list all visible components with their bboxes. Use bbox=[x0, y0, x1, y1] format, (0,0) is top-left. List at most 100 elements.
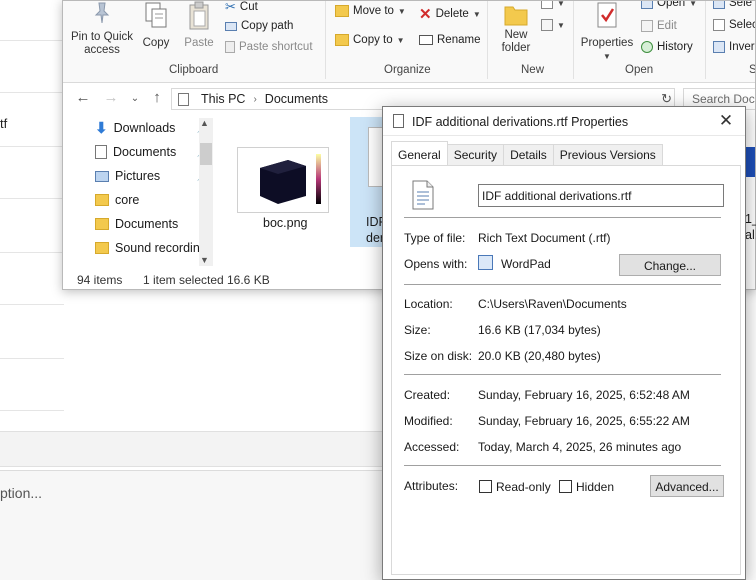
tab-general[interactable]: General bbox=[391, 141, 448, 165]
ribbon-separator bbox=[705, 1, 706, 79]
properties-label: Properties bbox=[580, 37, 634, 49]
boc-thumbnail bbox=[237, 147, 329, 213]
forward-arrow-icon[interactable]: → bbox=[101, 89, 121, 106]
documents-icon bbox=[95, 145, 107, 159]
change-button[interactable]: Change... bbox=[619, 254, 721, 276]
refresh-icon[interactable]: ↻ bbox=[661, 91, 672, 107]
cut-button[interactable]: ✂ Cut bbox=[225, 1, 258, 15]
pin-icon bbox=[94, 2, 110, 24]
copy-button[interactable]: Copy bbox=[139, 1, 173, 50]
copy-path-button[interactable]: Copy path bbox=[225, 20, 293, 32]
type-value: Rich Text Document (.rtf) bbox=[478, 231, 611, 245]
advanced-button[interactable]: Advanced... bbox=[650, 475, 724, 497]
pictures-icon bbox=[95, 170, 109, 182]
invert-selection-button[interactable]: Inver bbox=[713, 41, 755, 53]
file-name-fragment: 1_N al. bbox=[745, 211, 756, 243]
ribbon-separator bbox=[573, 1, 574, 79]
file-name-line-1: 1_N bbox=[745, 212, 756, 226]
select-all-label: Sele bbox=[729, 0, 753, 9]
recent-locations-icon[interactable]: ⌄ bbox=[125, 93, 145, 104]
nav-item-sound-recordings[interactable]: Sound recordin bbox=[95, 237, 213, 259]
read-only-label: Read-only bbox=[496, 480, 551, 494]
back-arrow-icon[interactable]: ← bbox=[73, 89, 93, 106]
file-name: boc.png bbox=[263, 216, 308, 230]
chevron-down-icon: ▼ bbox=[557, 0, 565, 8]
rename-button[interactable]: Rename bbox=[419, 34, 480, 46]
scroll-up-icon[interactable]: ▲ bbox=[200, 118, 209, 128]
close-icon[interactable]: ✕ bbox=[715, 111, 737, 131]
move-to-icon bbox=[335, 5, 349, 17]
pc-icon bbox=[178, 92, 189, 106]
chevron-down-icon: ▼ bbox=[603, 52, 611, 61]
history-label: History bbox=[657, 41, 693, 53]
nav-item-label: core bbox=[115, 193, 140, 207]
created-value: Sunday, February 16, 2025, 6:52:48 AM bbox=[478, 388, 690, 402]
read-only-checkbox[interactable] bbox=[479, 480, 492, 493]
dialog-titlebar[interactable]: IDF additional derivations.rtf Propertie… bbox=[383, 107, 745, 136]
edit-label: Edit bbox=[657, 20, 677, 32]
new-item-button[interactable]: ▼ bbox=[541, 0, 565, 9]
properties-button[interactable]: Properties ▼ bbox=[577, 1, 637, 63]
navigation-pane: ⬇ Downloads 📌 Documents 📌 Pictures 📌 cor… bbox=[91, 117, 213, 265]
nav-item-downloads[interactable]: ⬇ Downloads 📌 bbox=[95, 117, 213, 139]
move-to-button[interactable]: Move to ▼ bbox=[335, 5, 406, 17]
folder-icon bbox=[95, 218, 109, 230]
selection-size: 16.6 KB bbox=[227, 273, 270, 287]
select-all-button[interactable]: Sele bbox=[713, 0, 753, 9]
nav-item-label: Pictures bbox=[115, 169, 161, 183]
paste-shortcut-button[interactable]: Paste shortcut bbox=[225, 41, 313, 53]
nav-item-documents[interactable]: Documents 📌 bbox=[95, 141, 213, 163]
paste-button[interactable]: Paste bbox=[179, 1, 219, 50]
tab-details[interactable]: Details bbox=[503, 144, 554, 165]
bg-divider bbox=[0, 146, 64, 147]
nav-scrollbar[interactable] bbox=[199, 118, 213, 266]
item-count: 94 items bbox=[77, 273, 123, 287]
file-name-input[interactable]: IDF additional derivations.rtf bbox=[478, 184, 724, 207]
delete-button[interactable]: ✕ Delete ▼ bbox=[419, 5, 481, 23]
nav-item-label: Sound recordin bbox=[115, 241, 200, 255]
history-button[interactable]: History bbox=[641, 41, 693, 53]
properties-icon bbox=[597, 2, 617, 28]
hidden-checkbox[interactable] bbox=[559, 480, 572, 493]
open-label: Open bbox=[657, 0, 686, 9]
open-group-label: Open bbox=[625, 64, 654, 76]
size-value: 16.6 KB (17,034 bytes) bbox=[478, 323, 601, 337]
properties-dialog: IDF additional derivations.rtf Propertie… bbox=[382, 106, 746, 580]
nav-item-documents-folder[interactable]: Documents bbox=[95, 213, 213, 235]
nav-item-core[interactable]: core bbox=[95, 189, 213, 211]
bg-input-area[interactable] bbox=[0, 470, 390, 580]
nav-scrollbar-thumb[interactable] bbox=[200, 143, 212, 165]
bg-band bbox=[0, 431, 390, 467]
pin-to-quick-access-button[interactable]: Pin to Quick access bbox=[69, 1, 135, 57]
select-none-icon bbox=[713, 19, 725, 31]
delete-icon: ✕ bbox=[419, 6, 432, 23]
up-arrow-icon[interactable]: ↑ bbox=[147, 89, 167, 106]
new-folder-button[interactable]: New folder bbox=[495, 1, 537, 55]
wordpad-icon bbox=[478, 255, 493, 270]
bg-input-placeholder: ption... bbox=[0, 485, 43, 501]
breadcrumb-this-pc[interactable]: This PC bbox=[201, 92, 245, 106]
select-none-button[interactable]: Selec bbox=[713, 19, 755, 31]
edit-icon bbox=[641, 20, 653, 32]
tab-security[interactable]: Security bbox=[446, 144, 505, 165]
selection-count: 1 item selected bbox=[143, 273, 224, 287]
attributes-label: Attributes: bbox=[404, 479, 459, 493]
breadcrumb-documents[interactable]: Documents bbox=[265, 92, 328, 106]
invert-selection-icon bbox=[713, 41, 725, 53]
edit-button[interactable]: Edit bbox=[641, 20, 677, 32]
size-on-disk-label: Size on disk: bbox=[404, 349, 473, 363]
scroll-down-icon[interactable]: ▼ bbox=[200, 255, 209, 265]
plot-thumbnail-icon bbox=[260, 154, 321, 204]
open-button[interactable]: Open ▼ bbox=[641, 0, 697, 9]
organize-group-label: Organize bbox=[384, 64, 431, 76]
nav-item-pictures[interactable]: Pictures 📌 bbox=[95, 165, 213, 187]
location-value: C:\Users\Raven\Documents bbox=[478, 297, 627, 311]
size-label: Size: bbox=[404, 323, 431, 337]
created-label: Created: bbox=[404, 388, 451, 402]
tab-previous-versions[interactable]: Previous Versions bbox=[552, 144, 663, 165]
cut-label: Cut bbox=[239, 1, 258, 13]
copy-to-button[interactable]: Copy to ▼ bbox=[335, 34, 405, 46]
easy-access-icon bbox=[541, 19, 553, 31]
easy-access-button[interactable]: ▼ bbox=[541, 19, 565, 31]
modified-label: Modified: bbox=[404, 414, 453, 428]
